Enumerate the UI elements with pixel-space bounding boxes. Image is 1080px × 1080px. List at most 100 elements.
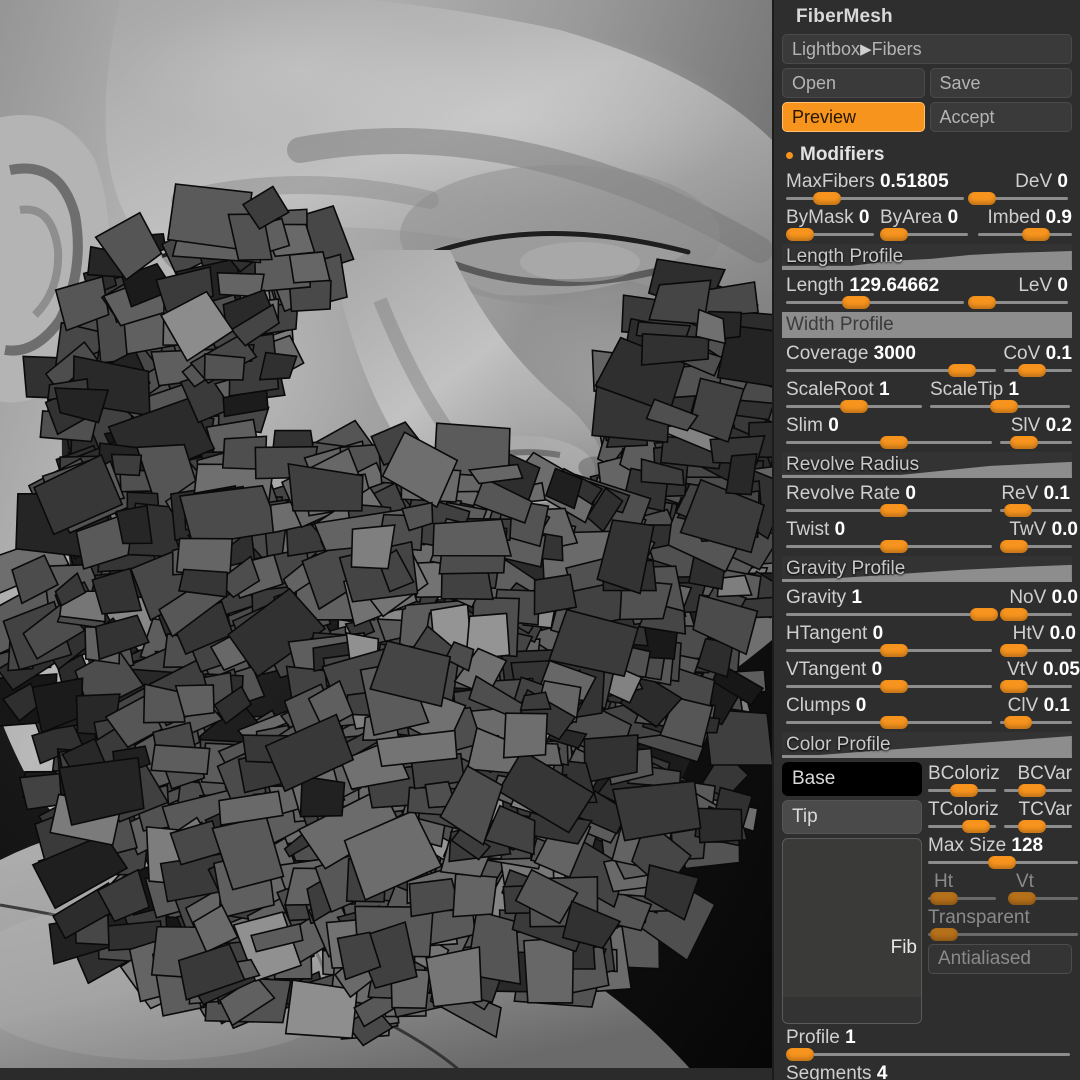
bullet-icon bbox=[786, 152, 793, 159]
bymask-knob[interactable] bbox=[786, 228, 814, 241]
tcolorize-knob[interactable] bbox=[962, 820, 990, 833]
nov-label: NoV 0.0 bbox=[1009, 586, 1078, 610]
htangent-knob[interactable] bbox=[880, 644, 908, 657]
coverage-knob[interactable] bbox=[948, 364, 976, 377]
length-label: Length 129.64662 bbox=[786, 274, 939, 298]
scaletip-knob[interactable] bbox=[990, 400, 1018, 413]
length-track[interactable] bbox=[786, 301, 964, 304]
bcolorize-label: BColoriz bbox=[928, 762, 1000, 786]
play-arrow-icon: ▶ bbox=[860, 36, 872, 64]
dev-knob[interactable] bbox=[968, 192, 996, 205]
preview-button[interactable]: Preview bbox=[782, 102, 925, 132]
twv-knob[interactable] bbox=[1000, 540, 1028, 553]
revolve-radius-strip[interactable]: Revolve Radius bbox=[782, 452, 1072, 478]
gravity-knob[interactable] bbox=[970, 608, 998, 621]
vt-knob[interactable] bbox=[1008, 892, 1036, 905]
revolverate-label: Revolve Rate 0 bbox=[786, 482, 916, 506]
profile-label: Profile 1 bbox=[786, 1026, 856, 1050]
maxfibers-knob[interactable] bbox=[813, 192, 841, 205]
vt-label: Vt bbox=[1016, 870, 1034, 894]
twist-knob[interactable] bbox=[880, 540, 908, 553]
slider-row-transparent: Transparent bbox=[928, 906, 1072, 942]
gravity-profile-strip[interactable]: Gravity Profile bbox=[782, 556, 1072, 582]
lightbox-label: Lightbox bbox=[792, 39, 860, 59]
tcolorize-label: TColoriz bbox=[928, 798, 999, 822]
profile-knob[interactable] bbox=[786, 1048, 814, 1061]
rev-label: ReV 0.1 bbox=[1001, 482, 1070, 506]
clv-label: ClV 0.1 bbox=[1008, 694, 1070, 718]
gravity-track[interactable] bbox=[786, 613, 992, 616]
length-profile-strip[interactable]: Length Profile bbox=[782, 244, 1072, 270]
segments-label: Segments 4 bbox=[786, 1062, 887, 1080]
slim-knob[interactable] bbox=[880, 436, 908, 449]
slider-row-profile: Profile 1 bbox=[782, 1026, 1072, 1062]
slv-knob[interactable] bbox=[1010, 436, 1038, 449]
bcolorize-knob[interactable] bbox=[950, 784, 978, 797]
vtangent-knob[interactable] bbox=[880, 680, 908, 693]
modifiers-label: Modifiers bbox=[800, 144, 884, 166]
lightbox-fibers-button[interactable]: Lightbox▶Fibers bbox=[782, 34, 1072, 64]
transparent-knob[interactable] bbox=[930, 928, 958, 941]
modifiers-header[interactable]: Modifiers bbox=[782, 136, 1072, 170]
slider-row-scale: ScaleRoot 1 ScaleTip 1 bbox=[782, 378, 1072, 414]
cov-knob[interactable] bbox=[1018, 364, 1046, 377]
fiber-preview-box[interactable]: Fib bbox=[782, 838, 922, 1024]
color-profile-strip[interactable]: Color Profile bbox=[782, 732, 1072, 758]
maxsize-knob[interactable] bbox=[988, 856, 1016, 869]
scaleroot-label: ScaleRoot 1 bbox=[786, 378, 890, 402]
open-button[interactable]: Open bbox=[782, 68, 925, 98]
base-color-swatch[interactable]: Base bbox=[782, 762, 922, 796]
panel-title: FiberMesh bbox=[782, 0, 1072, 34]
tcvar-knob[interactable] bbox=[1018, 820, 1046, 833]
clv-knob[interactable] bbox=[1004, 716, 1032, 729]
maxsize-label: Max Size 128 bbox=[928, 834, 1043, 858]
tip-color-swatch[interactable]: Tip bbox=[782, 800, 922, 834]
slider-row-ht-vt: Ht Vt bbox=[928, 870, 1072, 906]
ht-label: Ht bbox=[934, 870, 953, 894]
vtv-knob[interactable] bbox=[1000, 680, 1028, 693]
slider-row-maxsize: Max Size 128 bbox=[928, 834, 1072, 870]
htv-knob[interactable] bbox=[1000, 644, 1028, 657]
length-knob[interactable] bbox=[842, 296, 870, 309]
open-save-row: Open Save bbox=[782, 68, 1072, 98]
gravity-label: Gravity 1 bbox=[786, 586, 862, 610]
antialiased-button[interactable]: Antialiased bbox=[928, 944, 1072, 974]
rev-knob[interactable] bbox=[1004, 504, 1032, 517]
bcvar-knob[interactable] bbox=[1018, 784, 1046, 797]
width-profile-strip[interactable]: Width Profile bbox=[782, 312, 1072, 338]
slider-row-maxfibers: MaxFibers 0.51805 DeV 0 bbox=[782, 170, 1072, 206]
slider-row-bcolorize: BColoriz BCVar bbox=[928, 762, 1072, 798]
htangent-label: HTangent 0 bbox=[786, 622, 883, 646]
tcvar-label: TCVar bbox=[1019, 798, 1072, 822]
bymask-label: ByMask 0 bbox=[786, 206, 869, 230]
slider-row-coverage: Coverage 3000 CoV 0.1 bbox=[782, 342, 1072, 378]
slim-label: Slim 0 bbox=[786, 414, 839, 438]
save-button[interactable]: Save bbox=[930, 68, 1073, 98]
slider-row-slim: Slim 0 SlV 0.2 bbox=[782, 414, 1072, 450]
revolverate-knob[interactable] bbox=[880, 504, 908, 517]
accept-button[interactable]: Accept bbox=[930, 102, 1073, 132]
sculpt-render bbox=[0, 0, 772, 1080]
fibers-label: Fibers bbox=[872, 39, 922, 59]
transparent-label: Transparent bbox=[928, 906, 1030, 930]
imbed-knob[interactable] bbox=[1022, 228, 1050, 241]
nov-knob[interactable] bbox=[1000, 608, 1028, 621]
scaleroot-knob[interactable] bbox=[840, 400, 868, 413]
bcvar-label: BCVar bbox=[1017, 762, 1072, 786]
clumps-knob[interactable] bbox=[880, 716, 908, 729]
imbed-label: Imbed 0.9 bbox=[987, 206, 1072, 230]
slider-row-segments: Segments 4 bbox=[782, 1062, 1072, 1080]
vtangent-label: VTangent 0 bbox=[786, 658, 882, 682]
lev-knob[interactable] bbox=[968, 296, 996, 309]
htv-label: HtV 0.0 bbox=[1013, 622, 1076, 646]
slv-label: SlV 0.2 bbox=[1011, 414, 1072, 438]
lev-label: LeV 0 bbox=[1018, 274, 1068, 298]
revolve-radius-label: Revolve Radius bbox=[786, 453, 919, 477]
profile-track[interactable] bbox=[786, 1053, 1070, 1056]
slider-row-gravity: Gravity 1 NoV 0.0 bbox=[782, 586, 1072, 622]
sculpt-viewport[interactable] bbox=[0, 0, 772, 1080]
fibermesh-panel: FiberMesh Lightbox▶Fibers Open Save Prev… bbox=[772, 0, 1080, 1080]
ht-knob[interactable] bbox=[930, 892, 958, 905]
byarea-knob[interactable] bbox=[880, 228, 908, 241]
color-profile-label: Color Profile bbox=[786, 733, 891, 757]
